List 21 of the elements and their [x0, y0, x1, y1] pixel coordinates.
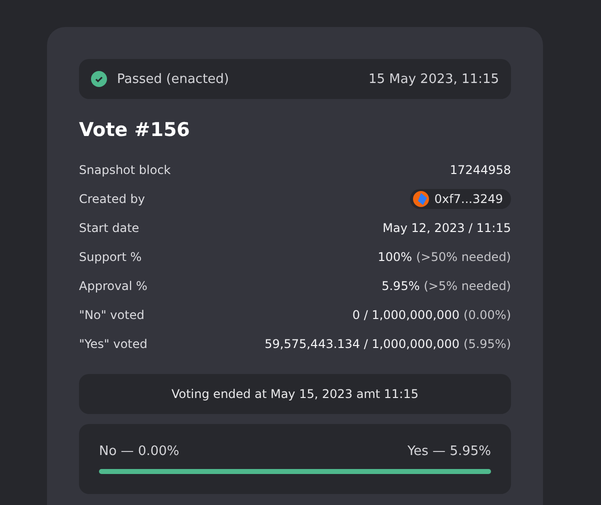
voting-ended-notice: Voting ended at May 15, 2023 amt 11:15 [79, 374, 511, 414]
detail-label: "Yes" voted [79, 336, 148, 350]
status-date: 15 May 2023, 11:15 [368, 72, 499, 86]
detail-value: 0 / 1,000,000,000 (0.00%) [352, 308, 511, 322]
detail-value: 17244958 [450, 162, 511, 176]
detail-value: 5.95% (>5% needed) [382, 278, 511, 292]
status-label: Passed (enacted) [117, 72, 229, 86]
detail-value: May 12, 2023 / 11:15 [382, 220, 511, 234]
avatar-icon [413, 190, 430, 206]
vote-title: Vote #156 [79, 119, 191, 141]
detail-value: 100% (>50% needed) [378, 250, 511, 264]
detail-label: Created by [79, 192, 146, 206]
detail-label: Support % [79, 250, 142, 264]
detail-label: Approval % [79, 278, 148, 292]
no-result: No — 0.00% [99, 444, 180, 459]
address-chip[interactable]: 0xf7...3249 [410, 188, 511, 208]
detail-label: "No" voted [79, 308, 144, 322]
detail-label: Snapshot block [79, 162, 171, 176]
yes-result: Yes — 5.95% [407, 444, 491, 459]
detail-label: Start date [79, 220, 140, 234]
detail-value: 59,575,443.134 / 1,000,000,000 (5.95%) [264, 336, 511, 350]
